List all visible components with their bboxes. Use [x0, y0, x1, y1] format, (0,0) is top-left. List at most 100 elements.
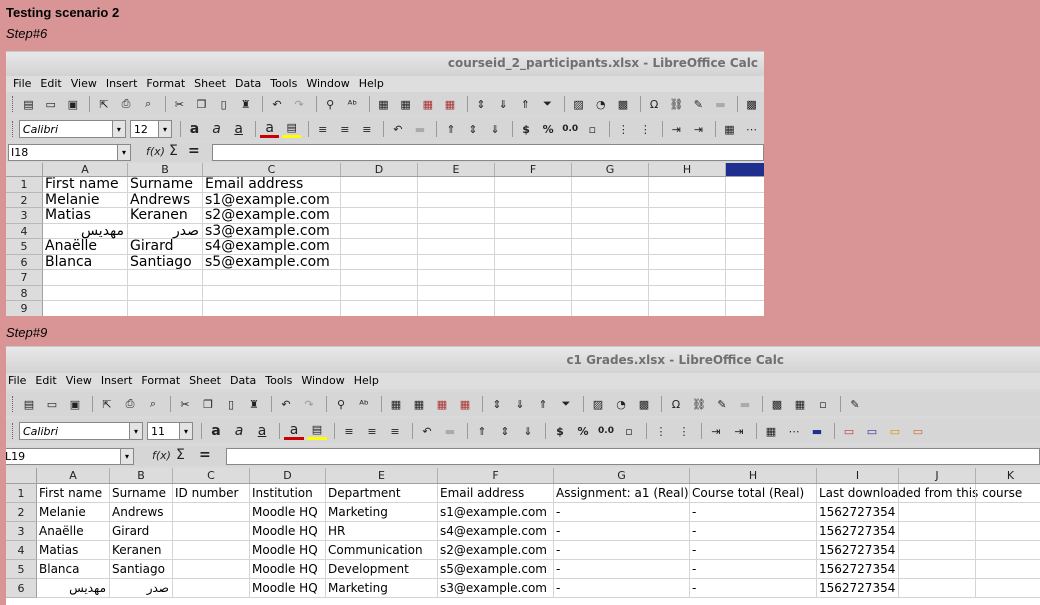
italic-icon[interactable]: a [207, 120, 226, 138]
column-header[interactable]: A [43, 163, 128, 176]
number-icon[interactable]: 0.0 [596, 422, 616, 440]
print-icon[interactable]: ⎙ [117, 95, 136, 113]
bold-icon[interactable]: a [185, 120, 204, 138]
undo-icon[interactable]: ↶ [276, 395, 296, 413]
table-cell[interactable]: s4@example.com [438, 522, 554, 541]
column-header[interactable]: D [250, 468, 326, 483]
table-cell[interactable] [899, 560, 976, 579]
row-header[interactable]: 2 [6, 192, 43, 208]
sort-descending-icon[interactable]: ⇓ [494, 95, 513, 113]
align-middle-icon[interactable]: ⇕ [464, 120, 483, 138]
table-cell[interactable]: Matias [37, 541, 110, 560]
table-cell[interactable]: - [690, 560, 817, 579]
open-icon[interactable]: ▭ [41, 95, 60, 113]
percent-icon[interactable]: % [539, 120, 558, 138]
table-cell[interactable] [128, 285, 203, 301]
date-icon[interactable]: ▫ [583, 120, 602, 138]
table-cell[interactable]: Surname [128, 176, 203, 193]
table-cell[interactable] [341, 177, 418, 193]
table-cell[interactable]: Andrews [128, 192, 203, 208]
align-bottom-icon[interactable]: ⇓ [486, 120, 505, 138]
table-cell[interactable]: مهدیس [37, 579, 110, 598]
border-style-icon[interactable]: ⋯ [784, 422, 804, 440]
sort-descending-icon[interactable]: ⇓ [510, 395, 530, 413]
clone-icon[interactable]: ♜ [244, 395, 264, 413]
menu-data[interactable]: Data [235, 76, 261, 91]
table-cell[interactable]: - [554, 522, 690, 541]
table-cell[interactable] [976, 522, 1040, 541]
table-cell[interactable] [572, 223, 649, 239]
table-cell[interactable]: HR [326, 522, 438, 541]
column-header[interactable]: D [341, 163, 418, 176]
table-cell[interactable] [43, 301, 128, 316]
row-icon[interactable]: ▦ [374, 95, 393, 113]
menu-format[interactable]: Format [141, 373, 180, 388]
table-cell[interactable]: Keranen [110, 541, 173, 560]
table-cell[interactable]: First name [37, 484, 110, 503]
table-cell[interactable] [726, 224, 764, 239]
formula-input[interactable] [226, 448, 1040, 465]
row-header[interactable]: 2 [6, 503, 37, 522]
export-icon[interactable]: ⇱ [97, 395, 117, 413]
chevron-down-icon[interactable]: ▾ [129, 423, 142, 439]
conditional-yellow-icon[interactable]: ▭ [885, 422, 905, 440]
name-box[interactable]: L19 ▾ [6, 448, 134, 465]
table-cell[interactable]: مهدیس [43, 223, 128, 239]
table-cell[interactable]: Moodle HQ [250, 560, 326, 579]
table-cell[interactable]: s3@example.com [203, 223, 341, 239]
column-header[interactable]: A [37, 468, 110, 483]
pen-icon[interactable]: ✎ [689, 95, 708, 113]
align-right-icon[interactable]: ≡ [385, 422, 405, 440]
table-cell[interactable]: Moodle HQ [250, 579, 326, 598]
table-cell[interactable]: Marketing [326, 579, 438, 598]
remove-decimal-icon[interactable]: ⋮ [636, 120, 655, 138]
row-header[interactable]: 5 [6, 560, 37, 579]
table-cell[interactable] [418, 239, 495, 255]
remove-decimal-icon[interactable]: ⋮ [674, 422, 694, 440]
row-header[interactable]: 1 [6, 177, 43, 193]
column-header[interactable]: H [690, 468, 817, 483]
table-cell[interactable]: 1562727354 [817, 522, 899, 541]
select-all-corner[interactable] [6, 468, 37, 484]
menu-view[interactable]: View [71, 76, 97, 91]
row-header[interactable]: 6 [6, 579, 37, 598]
table-cell[interactable]: Assignment: a1 (Real) [554, 484, 690, 503]
select-all-corner[interactable] [6, 163, 43, 177]
table-cell[interactable] [341, 270, 418, 286]
spellcheck-icon[interactable]: ᴬᵇ [354, 395, 374, 413]
table-cell[interactable]: Blanca [43, 254, 128, 270]
table-cell[interactable]: Santiago [128, 254, 203, 270]
column-icon[interactable]: ▦ [396, 95, 415, 113]
menu-data[interactable]: Data [230, 373, 256, 388]
table-cell[interactable] [899, 579, 976, 598]
table-cell[interactable] [495, 177, 572, 193]
menu-tools[interactable]: Tools [265, 373, 292, 388]
table-cell[interactable] [649, 270, 726, 286]
merge-icon[interactable]: ▬ [440, 422, 460, 440]
number-icon[interactable]: 0.0 [561, 120, 580, 138]
table-cell[interactable] [976, 560, 1040, 579]
table-cell[interactable]: Course total (Real) [690, 484, 817, 503]
table-cell[interactable] [572, 177, 649, 193]
table-cell[interactable]: - [690, 522, 817, 541]
font-size-select[interactable]: 12 ▾ [129, 120, 173, 138]
split-icon[interactable]: ⇕ [471, 95, 490, 113]
outdent-icon[interactable]: ⇥ [729, 422, 749, 440]
row-header[interactable]: 3 [6, 522, 37, 541]
table-cell[interactable] [726, 255, 764, 270]
sheet-grid[interactable]: A B C D E F G H I J K 1 First name Surname ID number In… [6, 468, 1040, 605]
copy-icon[interactable]: ❐ [198, 395, 218, 413]
sheet-grid[interactable]: A B C D E F G H 1 First name Surname Email address 2… [6, 163, 764, 316]
hyperlink-icon[interactable]: ⛓ [689, 395, 709, 413]
add-decimal-icon[interactable]: ⋮ [614, 120, 633, 138]
redo-icon[interactable]: ↷ [299, 395, 319, 413]
menu-insert[interactable]: Insert [106, 76, 138, 91]
highlight-icon[interactable]: ▤ [282, 120, 302, 138]
table-cell[interactable] [341, 239, 418, 255]
hyperlink-icon[interactable]: ⛓ [667, 95, 686, 113]
row-header[interactable]: 6 [6, 254, 43, 270]
conditional-orange-icon[interactable]: ▭ [908, 422, 928, 440]
align-left-icon[interactable]: ≡ [313, 120, 332, 138]
image-icon[interactable]: ▨ [588, 395, 608, 413]
column-icon[interactable]: ▦ [409, 395, 429, 413]
